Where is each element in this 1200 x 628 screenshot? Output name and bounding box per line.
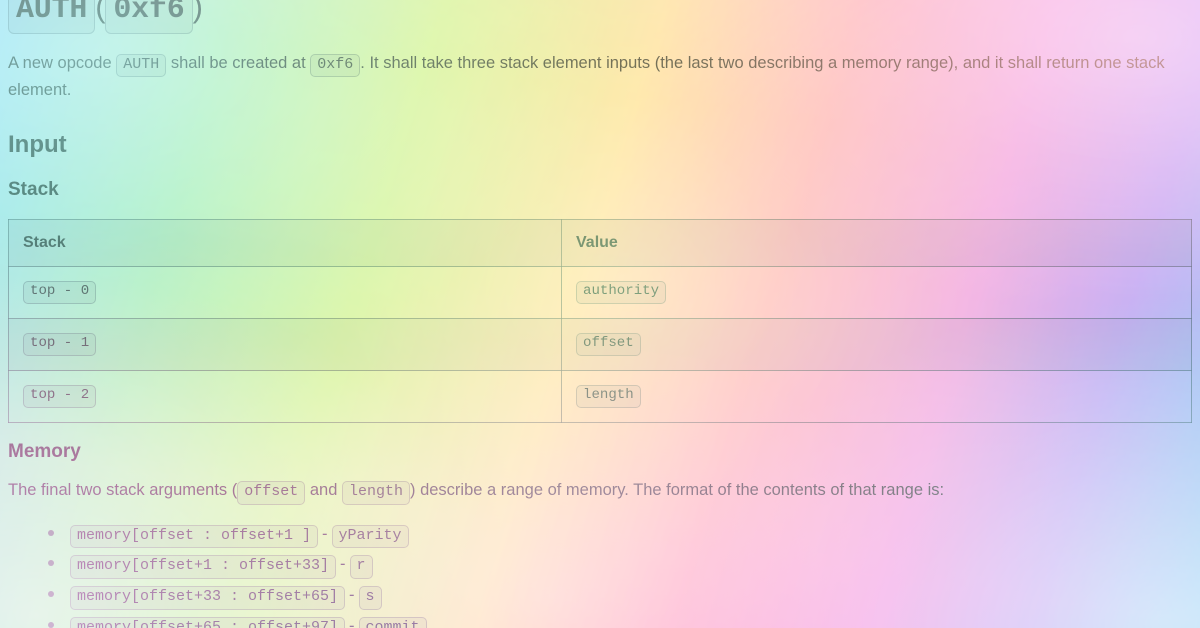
cell-value: offset xyxy=(561,318,1192,372)
code-stack-value: offset xyxy=(576,333,641,356)
title-open-paren: ( xyxy=(95,0,106,24)
memory-text-part3: ) describe a range of memory. The format… xyxy=(410,480,945,499)
code-stack-position: top - 2 xyxy=(23,385,97,408)
table-header-row: Stack Value xyxy=(8,219,1192,268)
bullet-icon xyxy=(48,621,54,628)
table-row: top - 0 authority xyxy=(8,266,1192,320)
code-stack-value: authority xyxy=(576,281,667,304)
title-close-paren: ) xyxy=(192,0,203,24)
code-memory-range: memory[offset+1 : offset+33] xyxy=(70,555,337,580)
code-memory-field: s xyxy=(358,586,382,610)
code-stack-value: length xyxy=(576,385,641,408)
memory-layout-list: memory[offset : offset+1 ] - yParity memor… xyxy=(8,519,1192,628)
intro-code-hex: 0xf6 xyxy=(310,53,361,78)
section-heading-input: Input xyxy=(8,131,67,159)
list-item: memory[offset : offset+1 ] - yParity xyxy=(48,519,1192,550)
list-item: memory[offset+1 : offset+33] - r xyxy=(48,549,1192,580)
title-opcode-code: AUTH xyxy=(8,0,96,34)
bullet-icon xyxy=(48,560,54,567)
item-dash: - xyxy=(322,524,328,543)
cell-stack: top - 2 xyxy=(8,370,562,424)
memory-paragraph: The final two stack arguments (offset an… xyxy=(8,477,1192,505)
item-dash: - xyxy=(349,616,355,628)
column-header-value: Value xyxy=(561,219,1192,268)
code-memory-range: memory[offset+33 : offset+65] xyxy=(70,586,346,610)
code-stack-position: top - 0 xyxy=(23,281,97,304)
stack-table: Stack Value top - 0 authority top - 1 of… xyxy=(8,219,1192,424)
intro-code-auth: AUTH xyxy=(116,53,167,78)
memory-text-part2: and xyxy=(305,480,342,499)
table-row: top - 1 offset xyxy=(8,318,1192,372)
code-memory-field: r xyxy=(349,555,373,580)
code-memory-field: yParity xyxy=(331,524,409,549)
code-stack-position: top - 1 xyxy=(23,333,97,356)
title-hex-code: 0xf6 xyxy=(105,0,193,34)
page-title: AUTH(0xf6) xyxy=(8,0,1192,38)
og-preview-page: AUTH(0xf6) A new opcode AUTH shall be cr… xyxy=(0,0,1200,628)
item-dash: - xyxy=(340,555,346,574)
cell-stack: top - 0 xyxy=(8,266,562,320)
item-dash: - xyxy=(349,586,355,605)
memory-code-offset: offset xyxy=(237,480,306,505)
code-memory-range: memory[offset+65 : offset+97] xyxy=(70,616,346,628)
bullet-icon xyxy=(48,529,54,536)
intro-text-part2: shall be created at xyxy=(166,53,311,72)
code-memory-field: commit xyxy=(358,616,427,628)
stack-table-body: top - 0 authority top - 1 offset top - 2… xyxy=(8,266,1192,424)
list-item: memory[offset+65 : offset+97] - commit xyxy=(48,611,1192,628)
subsection-heading-memory: Memory xyxy=(8,441,81,463)
cell-value: authority xyxy=(561,266,1192,320)
code-memory-range: memory[offset : offset+1 ] xyxy=(70,524,319,549)
eip-document-content: AUTH(0xf6) A new opcode AUTH shall be cr… xyxy=(0,0,1200,628)
intro-text-part1: A new opcode xyxy=(8,53,117,72)
cell-value: length xyxy=(561,370,1192,424)
cell-stack: top - 1 xyxy=(8,318,562,372)
stack-table-head: Stack Value xyxy=(8,219,1192,268)
memory-code-length: length xyxy=(341,480,410,505)
list-item: memory[offset+33 : offset+65] - s xyxy=(48,580,1192,611)
subsection-heading-stack: Stack xyxy=(8,178,59,200)
memory-text-part1: The final two stack arguments ( xyxy=(8,480,238,499)
intro-paragraph: A new opcode AUTH shall be created at 0x… xyxy=(8,50,1192,104)
bullet-icon xyxy=(48,591,54,598)
table-row: top - 2 length xyxy=(8,370,1192,424)
column-header-stack: Stack xyxy=(8,219,562,268)
